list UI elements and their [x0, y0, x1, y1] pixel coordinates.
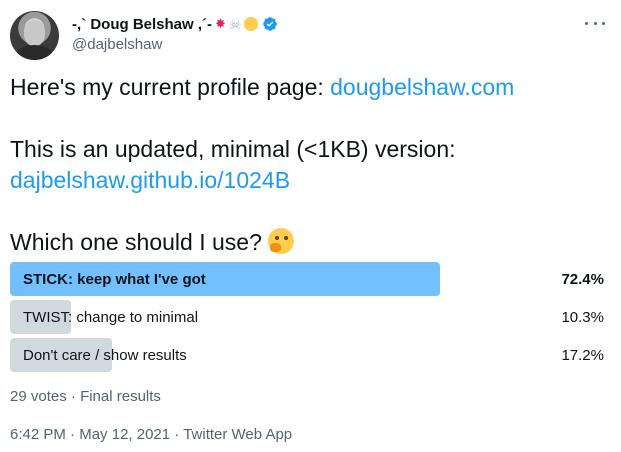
poll-option-label: TWIST: change to minimal	[23, 308, 199, 326]
poll-option-label: Don't care / show results	[23, 346, 187, 364]
avatar[interactable]	[10, 11, 59, 60]
separator: ·	[70, 426, 76, 443]
poll-status: Final results	[80, 388, 161, 405]
poll-option-percent: 17.2%	[561, 346, 604, 364]
poll-option[interactable]: TWIST: change to minimal 10.3%	[10, 300, 610, 334]
collision-emoji-icon: ✸	[215, 16, 226, 31]
display-name[interactable]: -,` Doug Belshaw ,´-	[72, 16, 212, 33]
avatar-face	[24, 20, 45, 46]
tweet-time[interactable]: 6:42 PM	[10, 426, 66, 443]
skull-crossbones-icon: ☠	[228, 16, 242, 32]
name-row: -,` Doug Belshaw ,´- ✸ ☠	[72, 14, 278, 34]
poll-option[interactable]: STICK: keep what I've got 72.4%	[10, 262, 610, 296]
user-handle[interactable]: @dajbelshaw	[72, 36, 278, 53]
tweet-metadata: 6:42 PM · May 12, 2021 · Twitter Web App	[10, 426, 292, 443]
profile-link[interactable]: dougbelshaw.com	[330, 74, 514, 100]
poll-option-percent: 72.4%	[561, 270, 604, 288]
thinking-face-icon	[267, 228, 294, 254]
tweet-source[interactable]: Twitter Web App	[183, 426, 292, 443]
minimal-version-link[interactable]: dajbelshaw.github.io/1024B	[10, 165, 610, 196]
more-options-icon[interactable]	[585, 18, 605, 28]
poll: STICK: keep what I've got 72.4% TWIST: c…	[10, 262, 610, 376]
separator: ·	[70, 388, 76, 405]
tweet-line-1: Here's my current profile page: dougbels…	[10, 72, 610, 103]
tweet-question: Which one should I use?	[10, 229, 262, 255]
poll-option-percent: 10.3%	[561, 308, 604, 326]
verified-badge-icon	[263, 17, 278, 31]
poll-summary: 29 votes · Final results	[10, 388, 161, 405]
vote-count: 29 votes	[10, 388, 67, 405]
tweet-line-2: This is an updated, minimal (<1KB) versi…	[10, 136, 456, 162]
tweet-header: -,` Doug Belshaw ,´- ✸ ☠ @dajbelshaw	[10, 8, 611, 64]
separator: ·	[174, 426, 180, 443]
raised-fist-icon	[244, 17, 259, 31]
tweet-line-4: Which one should I use?	[10, 227, 610, 258]
poll-option[interactable]: Don't care / show results 17.2%	[10, 338, 610, 372]
tweet-date[interactable]: May 12, 2021	[79, 426, 170, 443]
user-info[interactable]: -,` Doug Belshaw ,´- ✸ ☠ @dajbelshaw	[72, 14, 278, 53]
poll-option-label: STICK: keep what I've got	[23, 270, 206, 288]
tweet-text: Here's my current profile page: dougbels…	[10, 72, 610, 258]
avatar-body	[16, 45, 53, 60]
tweet-line-1-text: Here's my current profile page:	[10, 74, 331, 100]
